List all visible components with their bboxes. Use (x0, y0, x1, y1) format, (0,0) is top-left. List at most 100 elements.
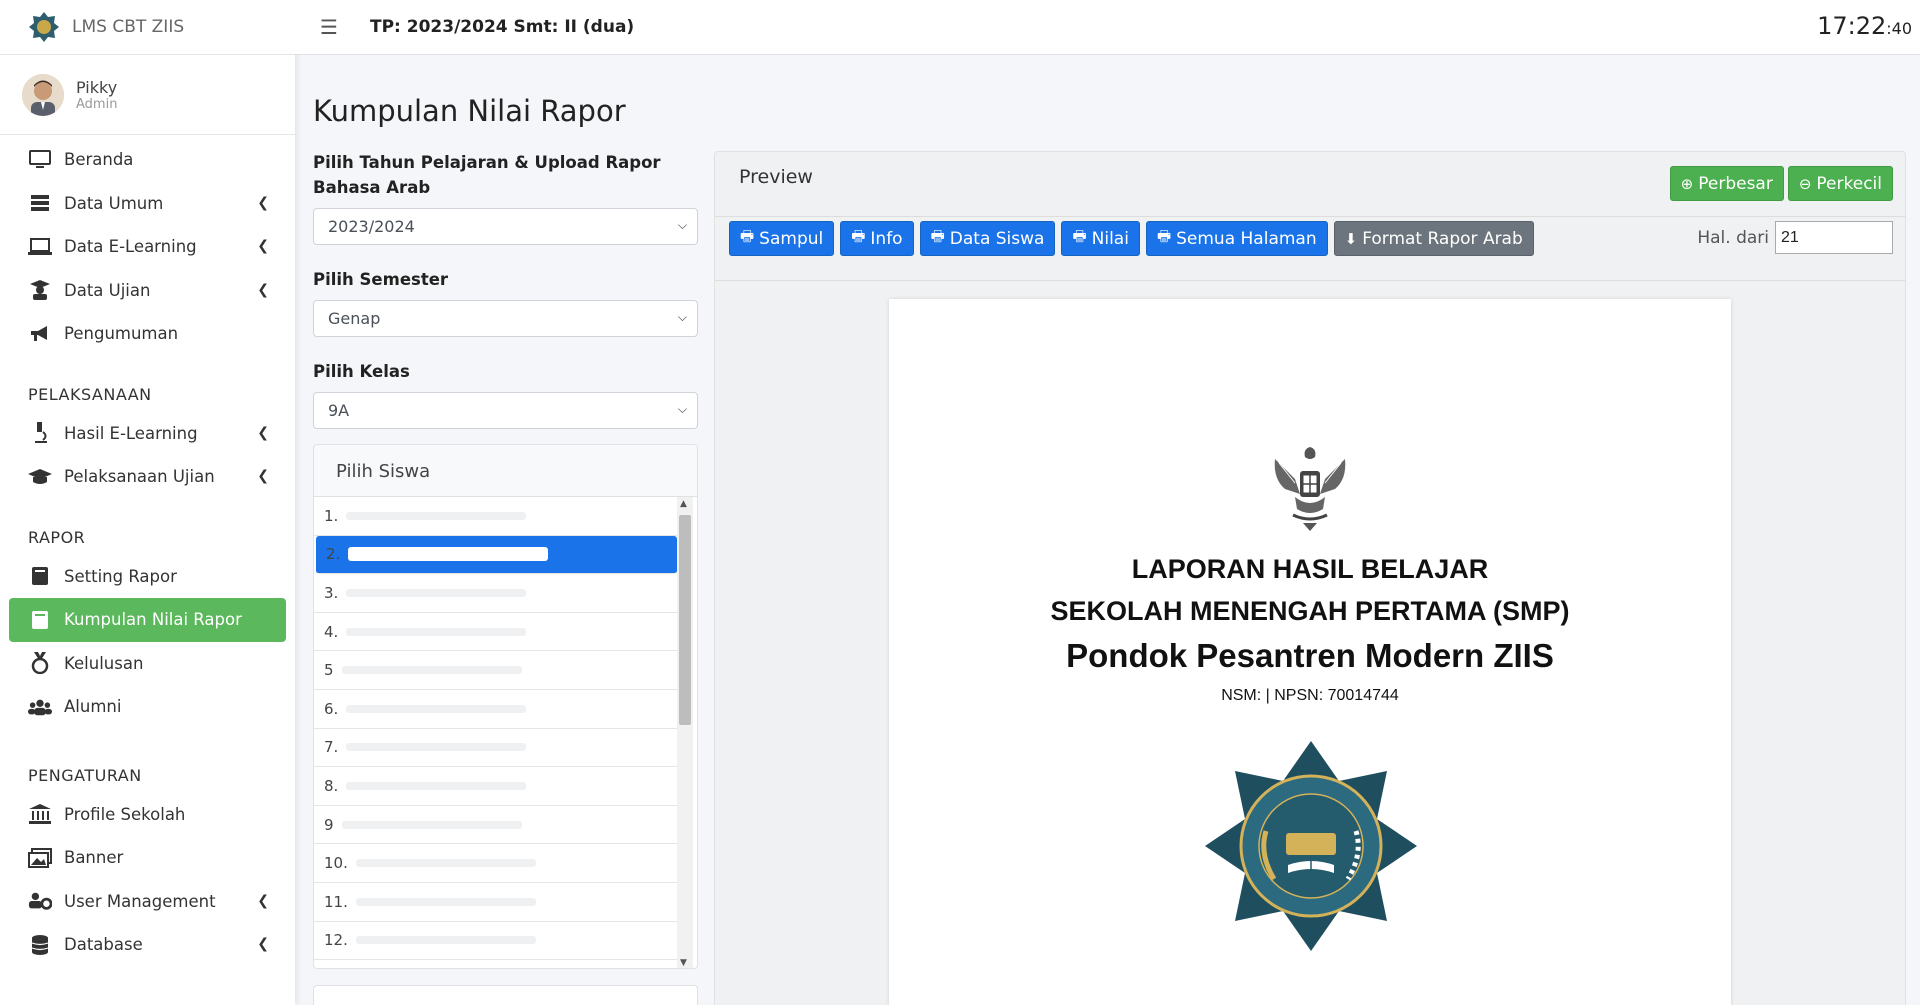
sidebar-item-alumni[interactable]: Alumni (0, 685, 295, 729)
kelas-select[interactable]: 9A ⌵ (313, 392, 698, 429)
sidebar-item-database[interactable]: Database ❮ (0, 923, 295, 967)
page-navigator: Hal. dari (1697, 221, 1893, 254)
perbesar-label: Perbesar (1698, 173, 1773, 194)
sidebar-item-data-e-learning[interactable]: Data E-Learning ❮ (0, 225, 295, 269)
zoom-out-icon: ⊖ (1798, 174, 1812, 193)
scroll-thumb[interactable] (679, 515, 691, 725)
sidebar-item-label: Data Ujian (64, 280, 151, 300)
brand[interactable]: LMS CBT ZIIS (0, 0, 295, 55)
school-logo-icon (29, 12, 59, 42)
sidebar-item-label: Pelaksanaan Ujian (64, 467, 215, 487)
preview-card: Preview ⊕ Perbesar ⊖ Perkecil 🖶 Sampul 🖶 Inf… (714, 151, 1906, 1005)
list-item-selected[interactable]: 2. (316, 535, 677, 575)
kelas-label: Pilih Kelas (313, 362, 410, 381)
server-icon (28, 191, 52, 215)
list-item-number: 12. (324, 931, 348, 950)
data-siswa-button[interactable]: 🖶 Data Siswa (919, 221, 1056, 256)
format-rapor-arab-button[interactable]: ⬇ Format Rapor Arab (1333, 221, 1534, 256)
sidebar-item-user-management[interactable]: User Management ❮ (0, 880, 295, 924)
semester-select[interactable]: Genap ⌵ (313, 300, 698, 337)
topbar: ☰ TP: 2023/2024 Smt: II (dua) 17:22:40 (295, 0, 1920, 55)
chevron-left-icon: ❮ (257, 892, 269, 909)
redacted-name (346, 511, 527, 520)
sidebar-item-kelulusan[interactable]: Kelulusan (0, 642, 295, 686)
list-item[interactable]: 7. (314, 729, 679, 768)
nilai-button[interactable]: 🖶 Nilai (1061, 221, 1140, 256)
sidebar-item-label: Data Umum (64, 193, 164, 213)
user-name: Pikky (76, 77, 118, 97)
chevron-left-icon: ❮ (257, 936, 269, 952)
list-item-number: 8. (324, 776, 339, 795)
ziis-school-logo-icon (1205, 741, 1417, 951)
sidebar-item-pelaksanaan-ujian[interactable]: Pelaksanaan Ujian ❮ (0, 455, 295, 499)
print-icon: 🖶 (1072, 227, 1087, 245)
semua-halaman-button[interactable]: 🖶 Semua Halaman (1145, 221, 1328, 256)
siswa-list[interactable]: 1. 2. 3. 4. 5 6. 7. 8. 9 10. 11. 12. (314, 497, 679, 961)
list-scrollbar[interactable]: ▲ ▼ (677, 497, 693, 968)
sidebar-item-banner[interactable]: Banner (0, 836, 295, 880)
sidebar-item-label: Setting Rapor (64, 566, 177, 586)
sidebar-item-data-umum[interactable]: Data Umum ❮ (0, 182, 295, 226)
redacted-name (355, 897, 536, 906)
list-item-number: 3. (324, 583, 339, 602)
redacted-name (348, 547, 549, 562)
user-panel[interactable]: Pikky Admin (0, 55, 295, 135)
sidebar-item-kumpulan-nilai-rapor[interactable]: Kumpulan Nilai Rapor (9, 598, 286, 642)
report-page: LAPORAN HASIL BELAJAR SEKOLAH MENENGAH P… (889, 299, 1731, 1005)
redacted-name (346, 588, 527, 597)
list-item[interactable]: 5 (314, 651, 679, 690)
report-title: LAPORAN HASIL BELAJAR (1131, 554, 1489, 584)
list-item[interactable]: 8. (314, 767, 679, 806)
list-item[interactable]: 9 (314, 806, 679, 845)
list-item-number: 6. (324, 699, 339, 718)
sidebar: LMS CBT ZIIS Pikky Admin Beranda Data Um… (0, 0, 295, 1005)
nilai-label: Nilai (1091, 228, 1129, 249)
sidebar-item-label: Kelulusan (64, 653, 144, 673)
tahun-select[interactable]: 2023/2024 ⌵ (313, 208, 698, 245)
list-item-number: 1. (324, 506, 339, 525)
info-button[interactable]: 🖶 Info (840, 221, 914, 256)
redacted-name (346, 627, 527, 636)
perkecil-button[interactable]: ⊖ Perkecil (1787, 166, 1893, 201)
print-toolbar: 🖶 Sampul 🖶 Info 🖶 Data Siswa 🖶 Nilai 🖶 Semua … (729, 221, 1534, 256)
scroll-up-icon[interactable]: ▲ (680, 499, 687, 509)
divider (715, 280, 1905, 281)
semua-halaman-label: Semua Halaman (1176, 228, 1317, 249)
list-item-number: 5 (324, 661, 334, 680)
list-item[interactable]: 12. (314, 922, 679, 961)
section-header-rapor: RAPOR (28, 527, 86, 547)
sampul-label: Sampul (759, 228, 824, 249)
list-item[interactable]: 11. (314, 883, 679, 922)
redacted-name (346, 781, 527, 790)
sidebar-item-label: Kumpulan Nilai Rapor (64, 610, 242, 630)
brand-name: LMS CBT ZIIS (72, 17, 185, 37)
page-number-input[interactable] (1775, 221, 1893, 254)
perbesar-button[interactable]: ⊕ Perbesar (1669, 166, 1784, 201)
laptop-icon (28, 235, 52, 259)
sidebar-item-label: Data E-Learning (64, 237, 197, 257)
print-icon: 🖶 (930, 227, 945, 245)
report-nsm-npsn: NSM: | NPSN: 70014744 (1221, 687, 1399, 704)
sidebar-item-label: User Management (64, 891, 216, 911)
sidebar-item-label: Alumni (64, 697, 122, 717)
sampul-button[interactable]: 🖶 Sampul (729, 221, 835, 256)
list-item[interactable]: 6. (314, 690, 679, 729)
sidebar-item-beranda[interactable]: Beranda (0, 138, 295, 182)
scroll-down-icon[interactable]: ▼ (680, 958, 687, 968)
list-item-number: 7. (324, 738, 339, 757)
sidebar-item-label: Pengumuman (64, 324, 179, 344)
list-item[interactable]: 1. (314, 497, 679, 536)
sidebar-item-hasil-e-learning[interactable]: Hasil E-Learning ❮ (0, 412, 295, 456)
list-item[interactable]: 4. (314, 613, 679, 652)
zoom-in-icon: ⊕ (1680, 174, 1694, 193)
user-graduate-icon (28, 278, 52, 302)
sidebar-item-setting-rapor[interactable]: Setting Rapor (0, 555, 295, 599)
list-item[interactable]: 10. (314, 844, 679, 883)
sidebar-item-pengumuman[interactable]: Pengumuman (0, 312, 295, 356)
sidebar-item-data-ujian[interactable]: Data Ujian ❮ (0, 269, 295, 313)
list-item[interactable]: 3. (314, 574, 679, 613)
sidebar-item-label: Beranda (64, 150, 134, 170)
menu-toggle-icon[interactable]: ☰ (320, 15, 350, 39)
list-item-number: 9 (324, 815, 334, 834)
sidebar-item-profile-sekolah[interactable]: Profile Sekolah (0, 793, 295, 837)
